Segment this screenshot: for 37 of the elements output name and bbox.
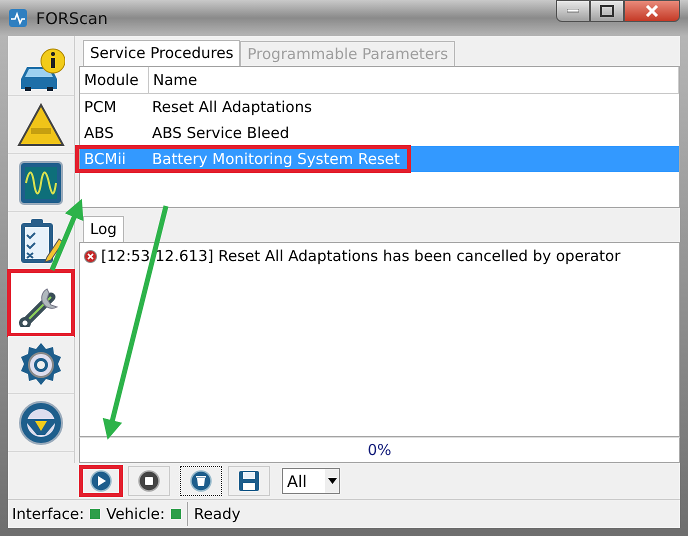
table-cell-text: Reset All Adaptations [151,98,312,116]
table-cell-text: PCM [83,98,118,116]
error-icon [84,250,97,262]
table-cell-text: Battery Monitoring System Reset [151,150,400,168]
table-cell-text: BCMii [83,150,127,168]
save-button[interactable] [228,466,270,496]
progress-text: 0% [368,441,392,459]
close-button[interactable] [624,0,680,22]
tab[interactable]: Service Procedures [83,40,240,66]
window-title: FORScan [36,8,108,28]
sidebar-tab[interactable] [8,336,74,394]
minimize-button[interactable] [556,0,590,22]
clear-log-button[interactable] [180,466,222,496]
sidebar-tab[interactable] [8,270,74,336]
maximize-button[interactable] [590,0,624,22]
app-icon [8,8,28,28]
play-icon [90,470,112,492]
close-icon [645,5,659,17]
tab[interactable]: Log [83,216,124,242]
steering-wheel-icon [17,398,65,446]
warning-triangle-icon [17,100,65,148]
maximize-icon [600,5,614,17]
status-label: Vehicle: [106,505,165,523]
filter-dropdown[interactable]: All [282,468,340,494]
oscilloscope-icon [17,158,65,206]
stop-icon [138,470,160,492]
table-cell-text: ABS Service Bleed [151,124,290,142]
table-cell-text: ABS [83,124,115,142]
table-row[interactable]: PCM Reset All Adaptations [80,94,679,120]
status-label: Interface: [12,505,84,523]
play-button[interactable] [80,466,122,496]
trash-icon [190,470,212,492]
stop-button[interactable] [128,466,170,496]
table-row[interactable]: ABS ABS Service Bleed [80,120,679,146]
minimize-icon [567,9,579,13]
status-message: Ready [194,505,240,523]
caret-icon [328,478,336,484]
